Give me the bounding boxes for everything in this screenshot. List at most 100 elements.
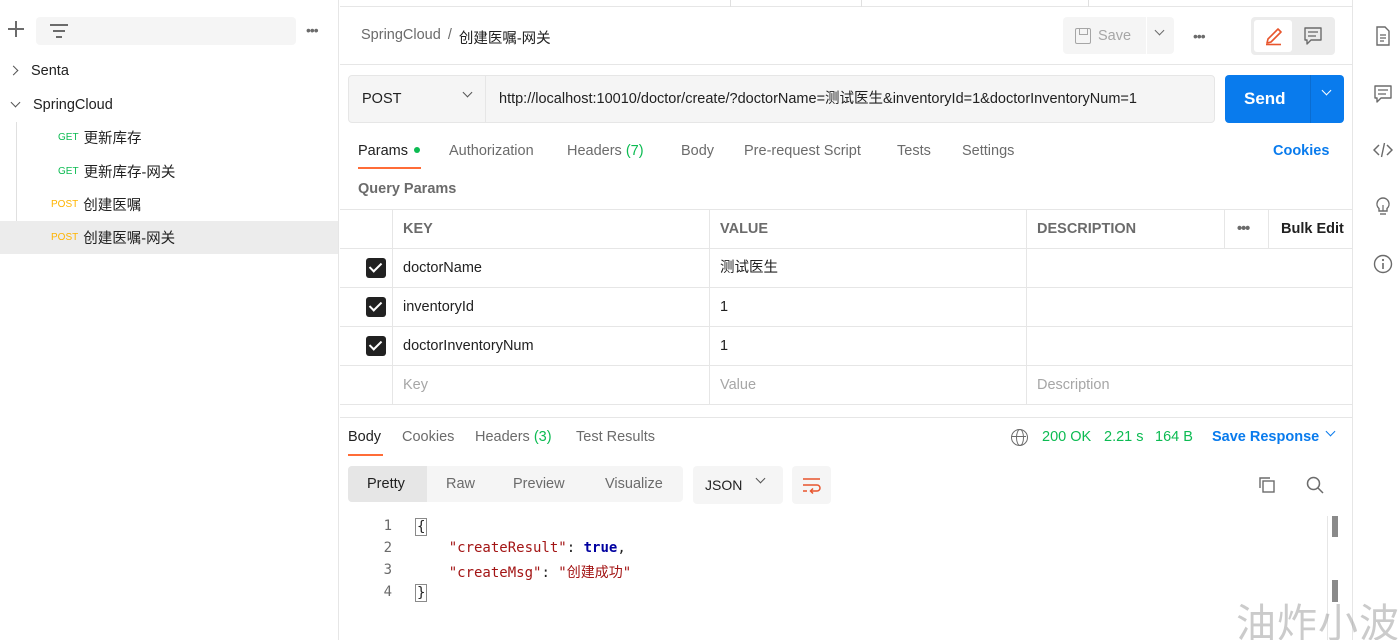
plus-icon[interactable] — [8, 21, 24, 37]
tab-authorization[interactable]: Authorization — [449, 143, 534, 159]
response-body-editor[interactable]: 1 { 2 "createResult": true, 3 "createMsg… — [340, 514, 1352, 640]
param-description[interactable] — [1026, 327, 1352, 366]
ellipsis-icon[interactable]: ••• — [1193, 28, 1206, 44]
value-placeholder[interactable]: Value — [709, 366, 1026, 405]
response-tab-cookies[interactable]: Cookies — [402, 429, 454, 445]
tab-body[interactable]: Body — [681, 143, 714, 159]
format-value: JSON — [705, 477, 743, 493]
param-value[interactable]: 1 — [709, 327, 1026, 366]
tree-folder-senta[interactable]: Senta — [0, 54, 338, 87]
save-options-button[interactable] — [1147, 17, 1174, 54]
method-badge: POST — [51, 232, 79, 243]
tab-label: Body — [681, 143, 715, 159]
chevron-down-icon[interactable] — [1321, 85, 1332, 96]
response-divider[interactable] — [340, 417, 1352, 418]
table-row-empty: Key Value Description — [340, 366, 1352, 405]
param-description[interactable] — [1026, 288, 1352, 327]
edit-mode-button[interactable] — [1254, 20, 1292, 52]
checkbox[interactable] — [366, 258, 386, 278]
tab-count: (3) — [533, 429, 552, 445]
chevron-right-icon[interactable] — [8, 65, 19, 76]
param-description[interactable] — [1026, 249, 1352, 288]
chevron-down-icon[interactable] — [1325, 426, 1336, 437]
column-header-key: KEY — [392, 210, 709, 249]
cookies-link[interactable]: Cookies — [1273, 143, 1329, 159]
query-params-title: Query Params — [358, 181, 457, 197]
response-tab-headers[interactable]: Headers (3) — [475, 429, 552, 445]
status-code[interactable]: 200 OK — [1042, 429, 1091, 445]
checkbox[interactable] — [366, 336, 386, 356]
copy-icon[interactable] — [1258, 476, 1276, 494]
param-key[interactable]: inventoryId — [392, 288, 709, 327]
row-check-cell — [340, 366, 392, 405]
param-value[interactable]: 测试医生 — [709, 249, 1026, 288]
url-input[interactable]: http://localhost:10010/doctor/create/?do… — [499, 76, 1137, 122]
ellipsis-icon[interactable]: ••• — [1224, 210, 1268, 249]
param-value[interactable]: 1 — [709, 288, 1026, 327]
send-button[interactable]: Send — [1225, 75, 1344, 123]
comment-icon[interactable] — [1373, 84, 1393, 104]
tree-request-item[interactable]: POST 创建医嘱 — [0, 188, 338, 221]
tree-folder-springcloud[interactable]: SpringCloud — [0, 88, 338, 121]
save-button[interactable]: Save — [1063, 17, 1146, 54]
tab-label: Headers — [567, 143, 622, 159]
tab-tests[interactable]: Tests — [897, 143, 931, 159]
tab-label: Authorization — [449, 143, 534, 159]
response-tab-test-results[interactable]: Test Results — [576, 429, 655, 445]
code-icon[interactable] — [1373, 140, 1393, 160]
code-text: "createMsg": "创建成功" — [448, 565, 632, 581]
method-badge: GET — [58, 132, 79, 143]
active-tab-indicator — [358, 167, 421, 169]
tab-settings[interactable]: Settings — [962, 143, 1014, 159]
view-preview[interactable]: Preview — [513, 466, 565, 502]
comment-mode-button[interactable] — [1294, 20, 1332, 52]
method-badge: POST — [51, 199, 79, 210]
method-badge: GET — [58, 166, 79, 177]
sidebar-search[interactable] — [36, 17, 296, 45]
lightbulb-icon[interactable] — [1373, 197, 1393, 217]
save-response-button[interactable]: Save Response — [1212, 429, 1319, 445]
filter-icon[interactable] — [50, 24, 68, 38]
tree-request-item[interactable]: GET 更新库存-网关 — [0, 155, 338, 188]
response-size[interactable]: 164 B — [1155, 429, 1193, 445]
wrap-lines-button[interactable] — [792, 466, 831, 504]
code-text: "createResult": true, — [448, 540, 626, 556]
format-select[interactable]: JSON — [693, 466, 783, 504]
chevron-down-icon[interactable] — [10, 97, 21, 108]
view-visualize[interactable]: Visualize — [605, 466, 663, 502]
table-row: doctorInventoryNum 1 — [340, 327, 1352, 366]
row-check-cell — [340, 288, 392, 327]
key-placeholder[interactable]: Key — [392, 366, 709, 405]
editor-scrollbar-thumb[interactable] — [1332, 516, 1338, 537]
tab-label: Settings — [962, 143, 1015, 159]
info-icon[interactable] — [1373, 254, 1393, 274]
method-select[interactable]: POST — [349, 76, 486, 122]
response-tab-body[interactable]: Body — [348, 429, 381, 445]
param-key[interactable]: doctorInventoryNum — [392, 327, 709, 366]
tab-pre-request-script[interactable]: Pre-request Script — [744, 143, 861, 159]
tab-headers[interactable]: Headers (7) — [567, 143, 644, 159]
document-icon[interactable] — [1373, 26, 1393, 46]
checkbox[interactable] — [366, 297, 386, 317]
code-line: 1 { — [340, 518, 1340, 540]
view-raw[interactable]: Raw — [446, 466, 475, 502]
globe-icon[interactable] — [1011, 429, 1028, 446]
line-number: 2 — [383, 540, 392, 556]
param-key[interactable]: doctorName — [392, 249, 709, 288]
tab-label: Params — [358, 143, 408, 159]
search-icon[interactable] — [1306, 476, 1324, 494]
ellipsis-icon[interactable]: ••• — [306, 22, 328, 38]
json-key: "createResult" — [448, 540, 567, 556]
bulk-edit-button[interactable]: Bulk Edit — [1268, 210, 1352, 249]
view-pretty[interactable]: Pretty — [348, 466, 427, 502]
tree-request-item-selected[interactable]: POST 创建医嘱-网关 — [0, 221, 338, 254]
breadcrumb-collection[interactable]: SpringCloud — [361, 27, 441, 48]
response-time[interactable]: 2.21 s — [1104, 429, 1144, 445]
description-placeholder[interactable]: Description — [1026, 366, 1352, 405]
tab-divider — [730, 0, 731, 7]
tab-params[interactable]: Params — [358, 143, 420, 159]
tree-request-item[interactable]: GET 更新库存 — [0, 121, 338, 154]
breadcrumb-request[interactable]: 创建医嘱-网关 — [459, 27, 551, 48]
json-value: "创建成功" — [558, 565, 632, 581]
table-row: doctorName 测试医生 — [340, 249, 1352, 288]
